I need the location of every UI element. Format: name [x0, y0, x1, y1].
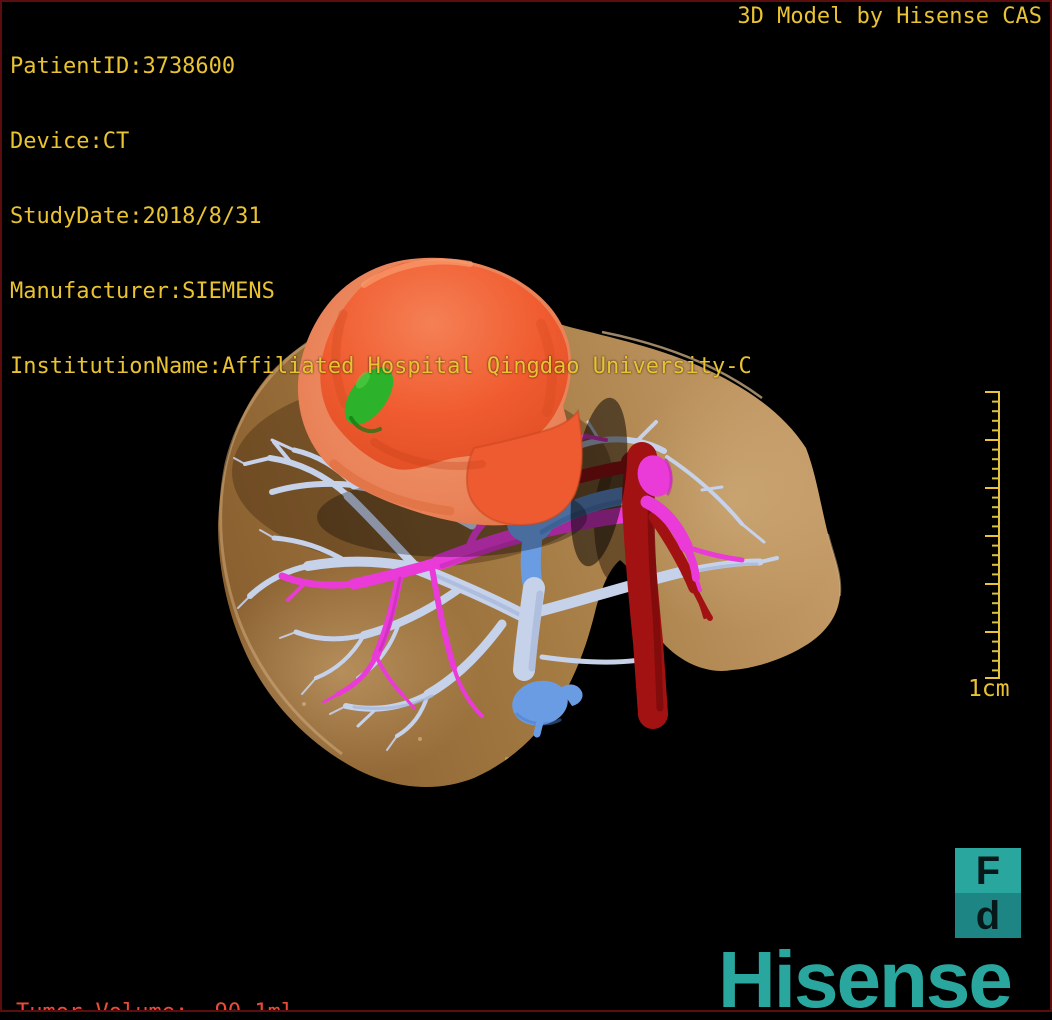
patient-info-overlay: PatientID:3738600 Device:CT StudyDate:20…	[10, 4, 752, 429]
fd-icon-top-letter: F	[955, 848, 1021, 893]
volume-overlay: Tumor Volume:90.1ml Liver Volume:447.3ml	[16, 950, 294, 1010]
hisense-logo: Hisense	[718, 935, 1013, 1012]
tumor-volume-label: Tumor Volume:	[16, 1000, 188, 1010]
study-date-line: StudyDate:2018/8/31	[10, 204, 262, 229]
fd-logo-icon: F d	[955, 848, 1021, 938]
ruler-label: 1cm	[968, 676, 1010, 702]
device-line: Device:CT	[10, 129, 130, 154]
watermark-title: 3D Model by Hisense CAS	[737, 4, 1042, 29]
tumor-volume-row: Tumor Volume:90.1ml	[16, 1000, 294, 1010]
scale-ruler: 1cm	[952, 376, 1032, 716]
manufacturer-line: Manufacturer:SIEMENS	[10, 279, 275, 304]
viewer-frame: PatientID:3738600 Device:CT StudyDate:20…	[0, 0, 1052, 1012]
institution-line: InstitutionName:Affiliated Hospital Qing…	[10, 354, 752, 379]
ruler-ticks	[985, 391, 1000, 679]
patient-id-line: PatientID:3738600	[10, 54, 236, 79]
tumor-volume-value: 90.1ml	[188, 1000, 294, 1010]
fd-icon-bottom-letter: d	[955, 893, 1021, 938]
